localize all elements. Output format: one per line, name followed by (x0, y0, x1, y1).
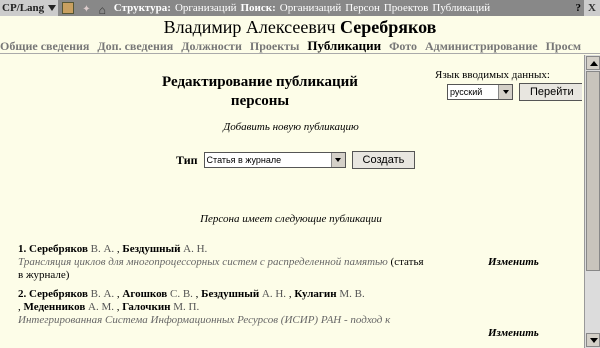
chevron-down-icon (48, 5, 57, 11)
edit-link[interactable]: Изменить (488, 327, 539, 340)
person-name: Владимир Алексеевич Серебряков (0, 16, 600, 38)
pub-authors: 1. Серебряков В. А. , Бездушный А. Н. (18, 243, 208, 255)
language-select[interactable]: русский (447, 84, 513, 100)
search-orgs-link[interactable]: Организаций (280, 0, 342, 16)
author-surname: Меденников (23, 301, 86, 313)
book-icon[interactable] (62, 2, 75, 14)
person-last-name: Серебряков (340, 17, 437, 37)
author-initials: А. Н. (183, 243, 208, 255)
language-label: Язык вводимых данных: (435, 69, 550, 81)
publications-list: 1. Серебряков В. А. , Бездушный А. Н. Тр… (18, 243, 578, 339)
create-button[interactable]: Создать (351, 151, 416, 169)
arrow-down-icon (590, 338, 598, 343)
go-button[interactable]: Перейти (519, 83, 582, 101)
tab-photo[interactable]: Фото (389, 39, 417, 53)
tab-general[interactable]: Общие сведения (0, 39, 89, 53)
type-row: Тип Статья в журнале Создать (176, 151, 416, 169)
publications-caption: Персона имеет следующие публикации (200, 213, 382, 225)
list-item: 1. Серебряков В. А. , Бездушный А. Н. Тр… (18, 243, 578, 282)
pub-title[interactable]: Интегрированная Система Информационных Р… (18, 314, 390, 326)
author-surname: Бездушный (122, 243, 181, 255)
pub-type: (статья (387, 256, 424, 268)
author-initials: С. В. (169, 288, 193, 300)
top-menu-bar: CP/Lang ✦ ⌂ Структура: Организаций Поиск… (0, 0, 600, 16)
scroll-down-button[interactable] (586, 333, 600, 347)
tab-projects[interactable]: Проекты (250, 39, 300, 53)
pub-number: 1. (18, 243, 27, 255)
tab-admin[interactable]: Администрирование (425, 39, 538, 53)
pub-type-cont: в журнале) (18, 269, 70, 281)
page-title-line1: Редактирование публикаций (162, 74, 358, 90)
pub-number: 2. (18, 288, 27, 300)
author-initials: М. П. (173, 301, 200, 313)
tab-bar: Общие сведения Доп. сведения Должности П… (0, 38, 600, 54)
type-select-value: Статья в журнале (206, 155, 282, 165)
arrow-up-icon (590, 61, 598, 66)
search-persons-link[interactable]: Персон (345, 0, 380, 16)
tab-view[interactable]: Просм (546, 39, 582, 53)
chevron-down-icon (498, 85, 512, 99)
tab-positions[interactable]: Должности (181, 39, 242, 53)
lang-menu[interactable]: CP/Lang (0, 0, 59, 16)
pub-authors: 2. Серебряков В. А. , Агошков С. В. , Бе… (18, 288, 365, 300)
pub-authors-cont: , Меденников А. М. , Галочкин М. П. (18, 301, 200, 313)
home-icon[interactable]: ⌂ (99, 2, 106, 16)
edit-link[interactable]: Изменить (488, 256, 539, 269)
author-initials: А. М. (88, 301, 115, 313)
author-surname: Бездушный (201, 288, 260, 300)
author-surname: Кулагин (294, 288, 337, 300)
type-select[interactable]: Статья в журнале (203, 152, 346, 168)
structure-org-link[interactable]: Организаций (175, 0, 237, 16)
tab-publications[interactable]: Публикации (307, 38, 381, 53)
close-button[interactable]: X (584, 0, 600, 16)
scroll-thumb[interactable] (586, 71, 600, 271)
author-initials: В. А. (90, 243, 115, 255)
tab-extra[interactable]: Доп. сведения (97, 39, 173, 53)
author-surname: Серебряков (29, 288, 88, 300)
author-surname: Агошков (122, 288, 168, 300)
language-box: Язык вводимых данных: русский Перейти (435, 69, 582, 101)
person-first-names: Владимир Алексеевич (163, 17, 336, 37)
add-new-publication: Добавить новую публикацию (223, 121, 359, 133)
page-title: Редактирование публикаций персоны (150, 73, 370, 111)
vertical-scrollbar[interactable] (584, 55, 600, 348)
author-initials: М. В. (339, 288, 365, 300)
pub-title[interactable]: Трансляция циклов для многопроцессорных … (18, 256, 388, 268)
author-initials: А. Н. (261, 288, 287, 300)
search-projects-link[interactable]: Проектов (384, 0, 429, 16)
type-label: Тип (176, 152, 198, 167)
search-label: Поиск: (240, 2, 276, 14)
author-initials: В. А. (90, 288, 115, 300)
search-pubs-link[interactable]: Публикаций (432, 0, 490, 16)
page-title-line2: персоны (230, 93, 290, 109)
bird-logo-icon[interactable]: ✦ (82, 2, 90, 15)
main-content: Редактирование публикаций персоны Язык в… (0, 55, 582, 348)
help-button[interactable]: ? (573, 0, 585, 16)
author-surname: Серебряков (29, 243, 88, 255)
lang-menu-label: CP/Lang (2, 2, 45, 14)
list-item: 2. Серебряков В. А. , Агошков С. В. , Бе… (18, 288, 578, 339)
chevron-down-icon (330, 153, 345, 167)
language-select-value: русский (450, 87, 483, 97)
scroll-up-button[interactable] (586, 56, 600, 70)
structure-label: Структура: (113, 2, 171, 14)
author-surname: Галочкин (122, 301, 171, 313)
